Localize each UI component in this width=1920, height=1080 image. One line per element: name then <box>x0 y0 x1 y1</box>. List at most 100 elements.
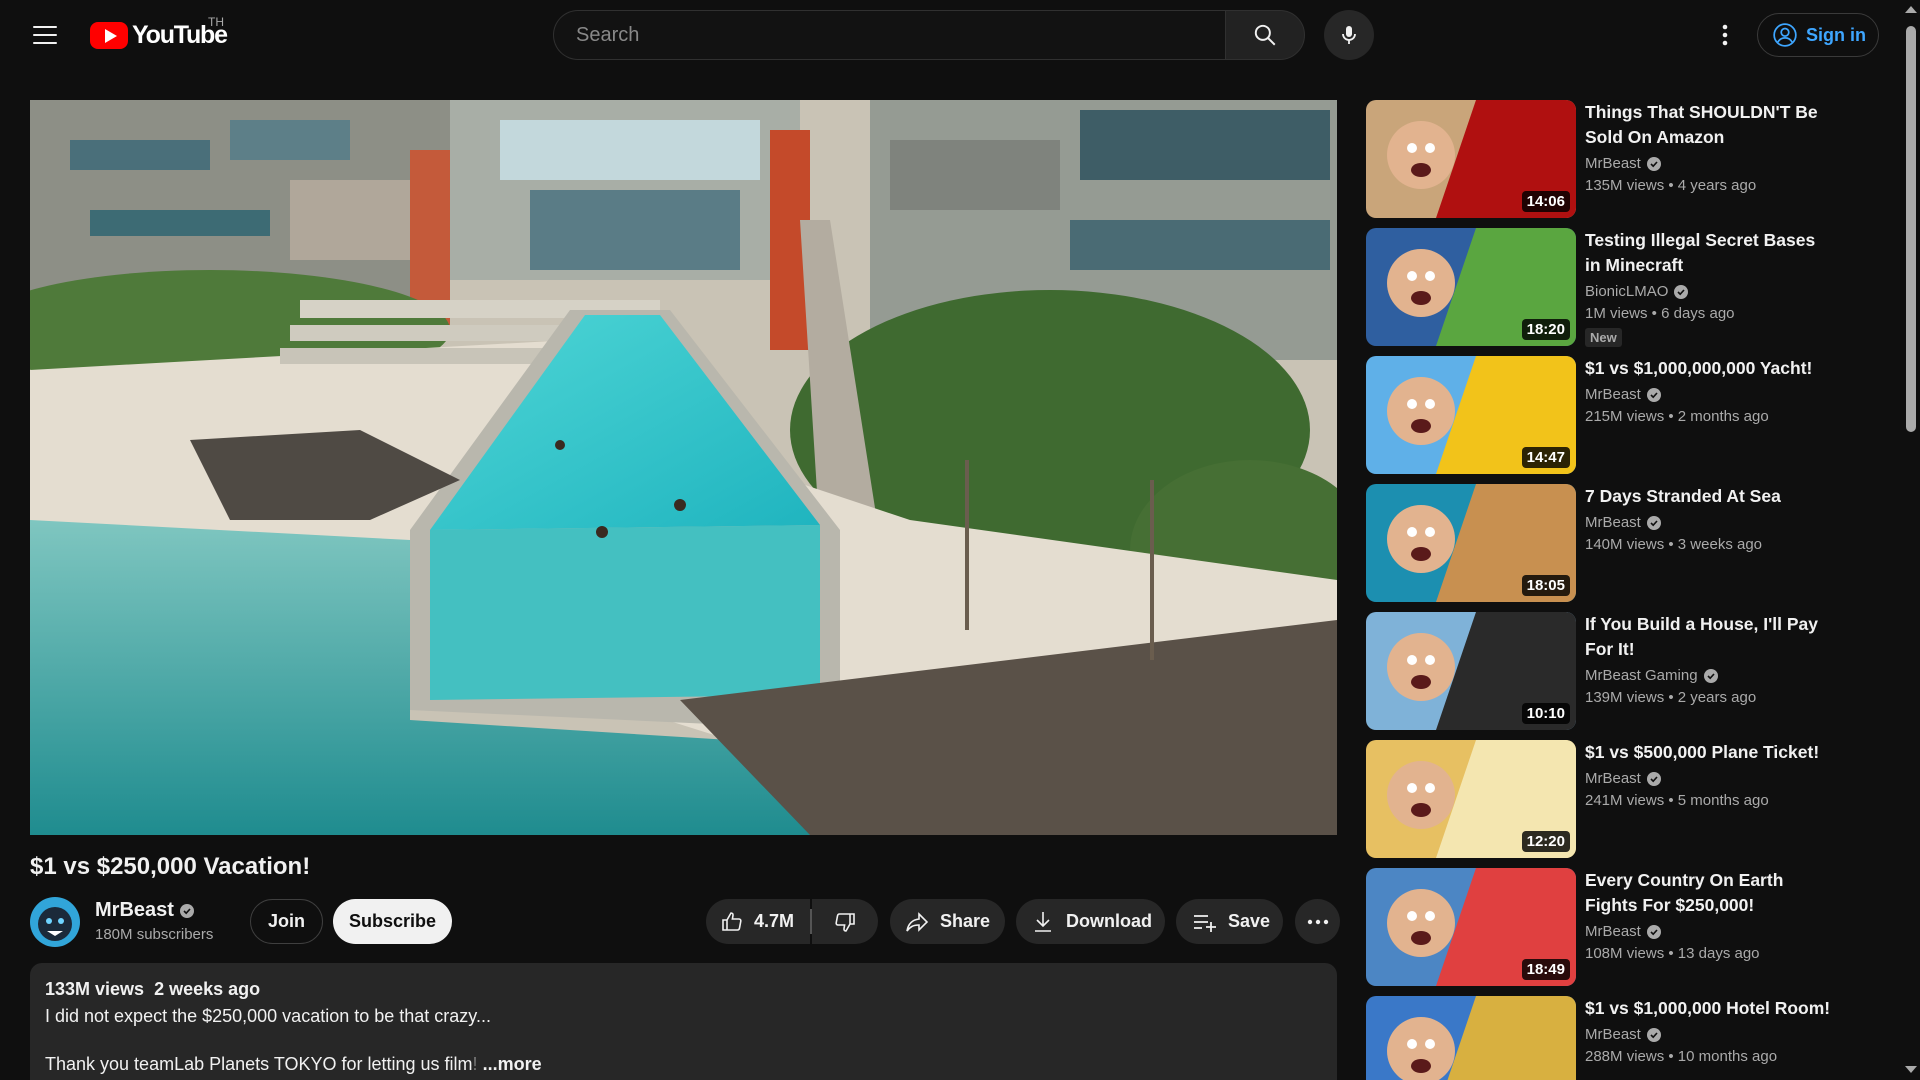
recommendation-item[interactable]: 12:20 $1 vs $500,000 Plane Ticket! MrBeast… <box>1366 740 1836 858</box>
masthead: YouTube TH Sign in <box>0 0 1900 70</box>
recommendation-channel[interactable]: MrBeast Gaming <box>1585 667 1718 684</box>
recommendation-channel-name: MrBeast <box>1585 155 1641 172</box>
search-input[interactable] <box>554 11 1225 59</box>
meta-separator: • <box>1664 1048 1678 1065</box>
voice-search-button[interactable] <box>1324 10 1374 60</box>
recommendation-title[interactable]: Testing Illegal Secret Bases in Minecraf… <box>1585 228 1835 278</box>
microphone-icon <box>1342 26 1356 44</box>
join-button[interactable]: Join <box>250 899 323 944</box>
recommendation-title[interactable]: Every Country On Earth Fights For $250,0… <box>1585 868 1835 918</box>
recommendation-channel[interactable]: MrBeast <box>1585 155 1661 172</box>
thumbs-up-icon <box>722 911 742 931</box>
share-button[interactable]: Share <box>890 899 1005 944</box>
recommendation-channel[interactable]: MrBeast <box>1585 923 1661 940</box>
recommendation-age: 10 months ago <box>1677 1048 1778 1065</box>
video-thumbnail[interactable]: 18:49 <box>1366 868 1576 986</box>
search-box <box>553 10 1225 60</box>
download-label: Download <box>1066 911 1152 931</box>
recommendation-channel-name: MrBeast <box>1585 923 1641 940</box>
scroll-thumb[interactable] <box>1906 26 1916 432</box>
more-horiz-icon <box>1307 919 1328 924</box>
recommendation-age: 2 months ago <box>1677 408 1769 425</box>
recommendation-channel-name: MrBeast <box>1585 514 1641 531</box>
video-thumbnail[interactable]: 10:10 <box>1366 612 1576 730</box>
scroll-up-arrow-icon[interactable] <box>1905 6 1917 13</box>
recommendation-channel[interactable]: MrBeast <box>1585 770 1661 787</box>
recommendation-channel-name: MrBeast Gaming <box>1585 667 1698 684</box>
channel-avatar[interactable] <box>30 897 80 947</box>
recommendation-title[interactable]: Things That SHOULDN'T Be Sold On Amazon <box>1585 100 1835 150</box>
recommendation-channel-name: BionicLMAO <box>1585 283 1669 300</box>
description-box[interactable]: 133M views 2 weeks ago I did not expect … <box>30 963 1337 1080</box>
recommendation-views: 241M views <box>1585 792 1665 809</box>
recommendation-meta: 140M views • 3 weeks ago <box>1585 536 1762 553</box>
verified-icon <box>1646 924 1661 939</box>
video-thumbnail[interactable]: 14:06 <box>1366 100 1576 218</box>
video-thumbnail[interactable] <box>1366 996 1576 1080</box>
meta-separator: • <box>1647 305 1662 322</box>
recommendation-views: 288M views <box>1585 1048 1665 1065</box>
recommendation-channel[interactable]: MrBeast <box>1585 1026 1661 1043</box>
video-thumbnail[interactable]: 18:05 <box>1366 484 1576 602</box>
thumbnail-image <box>1366 996 1576 1080</box>
recommendation-views: 1M views <box>1585 305 1648 322</box>
verified-icon <box>1646 515 1661 530</box>
youtube-logo[interactable]: YouTube TH <box>90 15 228 50</box>
recommendation-views: 140M views <box>1585 536 1665 553</box>
recommendation-age: 6 days ago <box>1661 305 1735 322</box>
video-duration: 10:10 <box>1521 703 1570 724</box>
playlist-add-icon <box>1194 914 1216 932</box>
recommendation-meta: 1M views • 6 days ago <box>1585 305 1735 322</box>
settings-menu-button[interactable] <box>1702 12 1748 58</box>
recommendation-title[interactable]: $1 vs $1,000,000 Hotel Room! <box>1585 996 1835 1021</box>
recommendation-age: 4 years ago <box>1677 177 1757 194</box>
share-icon <box>906 911 929 932</box>
download-button[interactable]: Download <box>1016 899 1165 944</box>
like-button[interactable]: 4.7M <box>706 899 810 944</box>
more-actions-button[interactable] <box>1295 899 1340 944</box>
recommendation-item[interactable]: $1 vs $1,000,000 Hotel Room! MrBeast 288M … <box>1366 996 1836 1080</box>
recommendation-item[interactable]: 18:49 Every Country On Earth Fights For $… <box>1366 868 1836 986</box>
recommendation-meta: 215M views • 2 months ago <box>1585 408 1769 425</box>
description-line-2: Thank you teamLab Planets TOKYO for lett… <box>45 1054 1322 1074</box>
search-button[interactable] <box>1225 10 1305 60</box>
recommendation-item[interactable]: 18:05 7 Days Stranded At Sea MrBeast 140M v… <box>1366 484 1836 602</box>
video-thumbnail[interactable]: 18:20 <box>1366 228 1576 346</box>
recommendation-title[interactable]: 7 Days Stranded At Sea <box>1585 484 1835 509</box>
recommendation-title[interactable]: $1 vs $1,000,000,000 Yacht! <box>1585 356 1835 381</box>
subscribe-button[interactable]: Subscribe <box>333 899 452 944</box>
video-player[interactable] <box>30 100 1337 835</box>
recommendation-channel[interactable]: MrBeast <box>1585 386 1661 403</box>
new-badge: New <box>1585 328 1622 347</box>
scroll-down-arrow-icon[interactable] <box>1905 1066 1917 1073</box>
save-button[interactable]: Save <box>1176 899 1283 944</box>
video-duration: 18:49 <box>1521 959 1570 980</box>
video-owner-row: MrBeast 180M subscribers Join Subscribe … <box>30 897 1340 947</box>
recommendation-item[interactable]: 18:20 Testing Illegal Secret Bases in Min… <box>1366 228 1836 347</box>
meta-separator: • <box>1664 945 1678 962</box>
country-code: TH <box>208 15 224 29</box>
video-duration: 12:20 <box>1521 831 1570 852</box>
description-fade: ! <box>472 1054 478 1074</box>
recommendation-title[interactable]: $1 vs $500,000 Plane Ticket! <box>1585 740 1835 765</box>
recommendation-item[interactable]: 14:47 $1 vs $1,000,000,000 Yacht! MrBeast 2… <box>1366 356 1836 474</box>
channel-name[interactable]: MrBeast <box>95 899 194 922</box>
like-count: 4.7M <box>754 911 795 931</box>
page-scrollbar[interactable] <box>1900 0 1920 1080</box>
sign-in-button[interactable]: Sign in <box>1757 13 1879 57</box>
search-icon <box>1254 24 1276 46</box>
recommendation-title[interactable]: If You Build a House, I'll Pay For It! <box>1585 612 1835 662</box>
menu-icon[interactable] <box>22 14 68 56</box>
recommendation-channel[interactable]: BionicLMAO <box>1585 283 1689 300</box>
recommendation-item[interactable]: 10:10 If You Build a House, I'll Pay For … <box>1366 612 1836 730</box>
dislike-button[interactable] <box>812 899 878 944</box>
show-more-link[interactable]: ...more <box>483 1054 542 1074</box>
video-thumbnail[interactable]: 14:47 <box>1366 356 1576 474</box>
recommendation-meta: 108M views • 13 days ago <box>1585 945 1760 962</box>
recommendation-age: 3 weeks ago <box>1677 536 1763 553</box>
recommendation-item[interactable]: 14:06 Things That SHOULDN'T Be Sold On Am… <box>1366 100 1836 218</box>
video-duration: 14:06 <box>1521 191 1570 212</box>
video-duration: 14:47 <box>1521 447 1570 468</box>
video-thumbnail[interactable]: 12:20 <box>1366 740 1576 858</box>
recommendation-channel[interactable]: MrBeast <box>1585 514 1661 531</box>
